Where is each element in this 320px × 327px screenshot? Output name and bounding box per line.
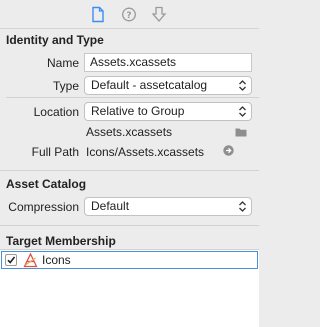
section-divider (0, 170, 259, 171)
divider (6, 97, 259, 98)
compression-popup[interactable]: Default (84, 197, 252, 216)
attributes-inspector-icon[interactable] (151, 6, 167, 23)
section-divider (0, 225, 259, 226)
app-target-icon (23, 252, 38, 268)
inspector-tab-bar: ? (0, 0, 259, 29)
quick-help-icon[interactable]: ? (121, 6, 137, 23)
name-field[interactable]: Assets.xcassets (84, 53, 252, 72)
full-path-label: Full Path (31, 145, 79, 159)
identity-type-header: Identity and Type (6, 33, 104, 47)
type-popup[interactable]: Default - assetcatalog (84, 76, 252, 95)
popup-stepper-icon (239, 106, 246, 117)
name-label: Name (46, 56, 79, 70)
asset-catalog-header: Asset Catalog (6, 177, 87, 191)
reveal-in-finder-arrow-icon[interactable] (223, 145, 234, 156)
svg-text:?: ? (126, 11, 131, 21)
folder-icon[interactable] (235, 126, 247, 137)
type-label: Type (52, 79, 79, 93)
target-membership-list: Icons (0, 249, 259, 327)
checkmark-icon (7, 256, 16, 264)
full-path-value: Icons/Assets.xcassets (86, 145, 205, 159)
type-popup-value: Default - assetcatalog (91, 78, 208, 92)
target-checkbox[interactable] (5, 254, 17, 266)
compression-popup-value: Default (91, 199, 130, 213)
target-name: Icons (42, 253, 71, 267)
location-popup-value: Relative to Group (91, 104, 185, 118)
target-membership-header: Target Membership (6, 234, 116, 248)
compression-label: Compression (8, 200, 79, 214)
target-row-icons[interactable]: Icons (1, 251, 258, 269)
relative-path-value: Assets.xcassets (86, 125, 173, 139)
location-popup[interactable]: Relative to Group (84, 102, 252, 121)
file-inspector-icon[interactable] (90, 6, 106, 23)
location-label: Location (33, 105, 79, 119)
popup-stepper-icon (239, 80, 246, 91)
popup-stepper-icon (239, 201, 246, 212)
